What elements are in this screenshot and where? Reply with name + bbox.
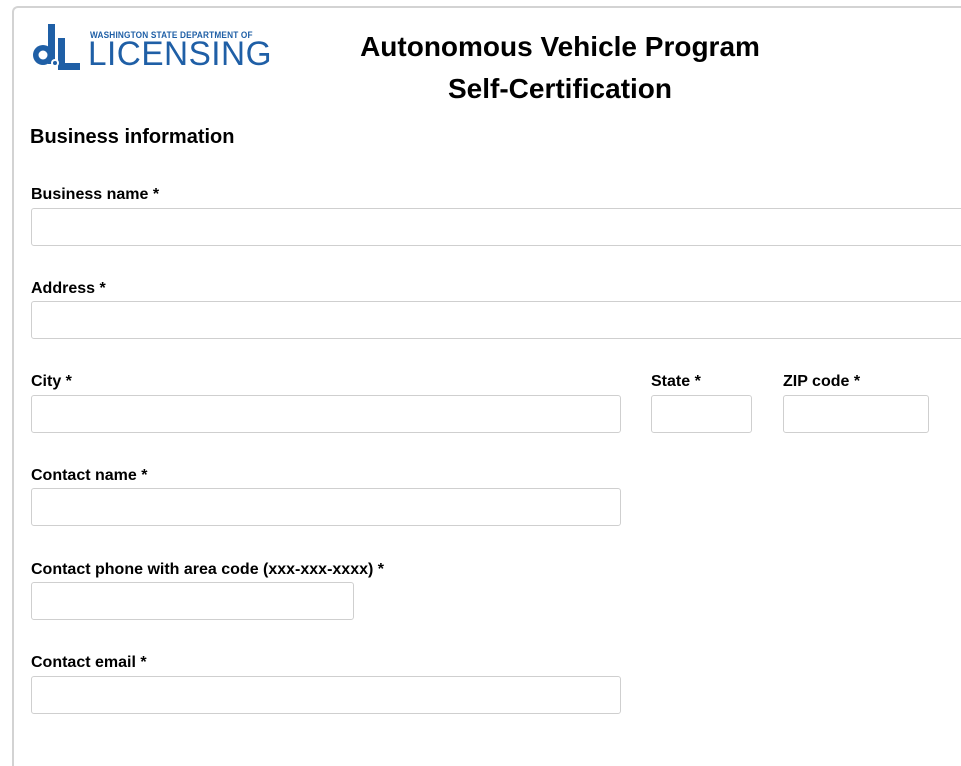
address-input[interactable]: [31, 301, 961, 339]
city-input[interactable]: [31, 395, 621, 433]
dol-logo-icon: [33, 24, 80, 70]
page-header: WASHINGTON STATE DEPARTMENT OF LICENSING…: [0, 0, 961, 120]
state-label: State *: [651, 373, 701, 390]
logo-wordmark: LICENSING: [88, 35, 273, 73]
contact-name-label: Contact name *: [31, 467, 148, 484]
contact-phone-label: Contact phone with area code (xxx-xxx-xx…: [31, 561, 384, 578]
page-title-line-1: Autonomous Vehicle Program: [360, 31, 760, 62]
section-heading: Business information: [30, 126, 235, 148]
contact-email-label: Contact email *: [31, 654, 147, 671]
contact-phone-input[interactable]: [31, 582, 354, 620]
state-input[interactable]: [651, 395, 752, 433]
zip-code-label: ZIP code *: [783, 373, 861, 390]
address-label: Address *: [31, 280, 106, 297]
contact-name-input[interactable]: [31, 488, 621, 526]
business-name-input[interactable]: [31, 208, 961, 246]
business-name-label: Business name *: [31, 186, 160, 203]
dol-logo[interactable]: WASHINGTON STATE DEPARTMENT OF LICENSING: [32, 24, 282, 74]
zip-code-input[interactable]: [783, 395, 929, 433]
page-title-line-2: Self-Certification: [447, 73, 673, 104]
contact-email-input[interactable]: [31, 676, 621, 714]
page-title: Autonomous Vehicle Program Self-Certific…: [300, 26, 820, 110]
city-label: City *: [31, 373, 72, 390]
